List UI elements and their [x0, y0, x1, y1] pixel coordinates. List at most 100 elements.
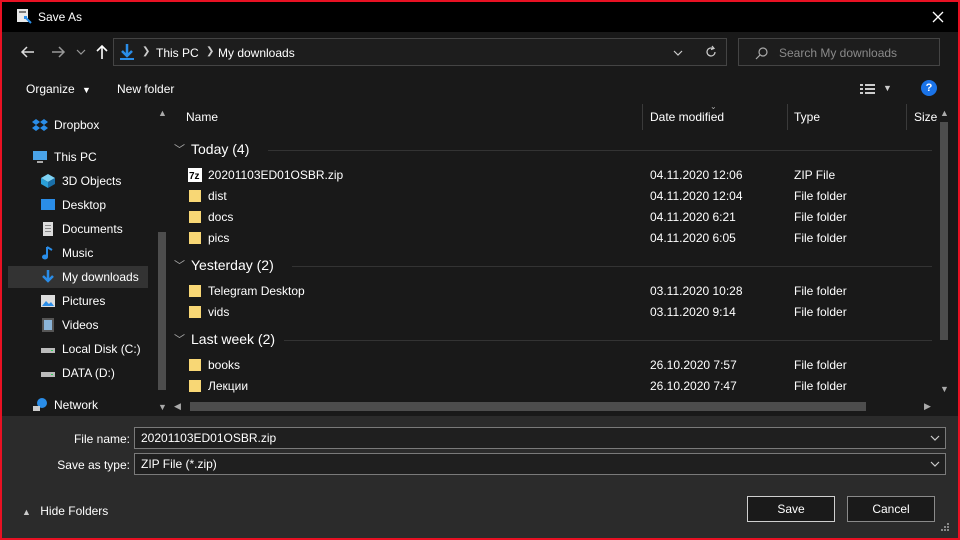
view-dropdown-icon[interactable]: ▼: [883, 83, 892, 93]
file-type: File folder: [794, 284, 847, 298]
folder-icon: [189, 285, 201, 297]
sidebar-item-my-downloads[interactable]: My downloads: [8, 266, 148, 288]
save-options-panel: File name: 20201103ED01OSBR.zip Save as …: [2, 416, 958, 538]
column-date-modified[interactable]: Date modified: [650, 110, 724, 124]
help-icon[interactable]: ?: [921, 80, 937, 96]
file-type: File folder: [794, 189, 847, 203]
sidebar-item-data-d[interactable]: DATA (D:): [8, 362, 148, 384]
scroll-up-icon[interactable]: ▲: [940, 108, 949, 118]
save-as-type-select[interactable]: ZIP File (*.zip): [134, 453, 946, 475]
breadcrumb-separator-icon: ❯: [142, 46, 151, 57]
file-name: books: [208, 358, 241, 372]
chevron-down-icon[interactable]: [929, 432, 941, 444]
save-as-type-value: ZIP File (*.zip): [141, 457, 217, 471]
sidebar-item-network[interactable]: Network: [8, 394, 148, 416]
column-divider[interactable]: [787, 104, 788, 130]
sidebar-item-label: My downloads: [62, 270, 139, 284]
sidebar-item-label: This PC: [54, 150, 97, 164]
download-icon: [120, 44, 134, 60]
save-button[interactable]: Save: [747, 496, 835, 522]
folder-icon: [189, 211, 201, 223]
breadcrumb-this-pc[interactable]: This PC: [156, 46, 199, 60]
sidebar-scrollbar[interactable]: ▲ ▼: [155, 104, 169, 416]
forward-arrow-icon[interactable]: [48, 42, 68, 62]
resize-grip-icon[interactable]: [940, 522, 950, 532]
chevron-down-icon[interactable]: [929, 458, 941, 470]
sidebar-item-local-disk-c[interactable]: Local Disk (C:): [8, 338, 148, 360]
sidebar-item-documents[interactable]: Documents: [8, 218, 148, 240]
column-type[interactable]: Type: [794, 110, 820, 124]
vertical-scroll-thumb[interactable]: [940, 122, 948, 340]
folder-icon: [189, 306, 201, 318]
search-box[interactable]: Search My downloads: [738, 38, 940, 66]
scroll-right-icon[interactable]: ▶: [924, 401, 931, 412]
file-row[interactable]: vids 03.11.2020 9:14 File folder: [168, 302, 938, 323]
view-options-icon[interactable]: [859, 82, 877, 96]
new-folder-button[interactable]: New folder: [117, 82, 174, 96]
title-bar: Save As: [2, 2, 958, 32]
sidebar-item-this-pc[interactable]: This PC: [8, 146, 148, 168]
sidebar-item-dropbox[interactable]: Dropbox: [8, 114, 148, 136]
group-label: Yesterday (2): [191, 257, 274, 273]
file-list-horizontal-scrollbar[interactable]: ◀ ▶: [168, 398, 938, 416]
sidebar-item-desktop[interactable]: Desktop: [8, 194, 148, 216]
cancel-button[interactable]: Cancel: [847, 496, 935, 522]
sidebar-item-pictures[interactable]: Pictures: [8, 290, 148, 312]
chevron-down-icon: ﹀: [174, 334, 185, 346]
breadcrumb-my-downloads[interactable]: My downloads: [218, 46, 295, 60]
cube-icon: [41, 174, 55, 188]
file-name: docs: [208, 210, 234, 224]
back-arrow-icon[interactable]: [18, 42, 38, 62]
scroll-left-icon[interactable]: ◀: [174, 401, 181, 412]
sidebar-item-videos[interactable]: Videos: [8, 314, 148, 336]
file-type: File folder: [794, 379, 847, 393]
group-divider: [292, 266, 932, 267]
scroll-down-icon[interactable]: ▼: [940, 384, 949, 394]
file-row[interactable]: Лекции 26.10.2020 7:47 File folder: [168, 376, 938, 397]
horizontal-scroll-thumb[interactable]: [190, 402, 866, 411]
column-size[interactable]: Size: [914, 110, 937, 124]
file-row[interactable]: books 26.10.2020 7:57 File folder: [168, 355, 938, 376]
up-arrow-icon[interactable]: [92, 42, 112, 62]
scroll-down-icon[interactable]: ▼: [158, 402, 167, 412]
sidebar-item-label: Network: [54, 398, 99, 412]
address-bar[interactable]: ❯ This PC ❯ My downloads: [113, 38, 727, 66]
group-divider: [268, 150, 932, 151]
file-row[interactable]: dist 04.11.2020 12:04 File folder: [168, 186, 938, 207]
sidebar-scroll-thumb[interactable]: [158, 232, 166, 390]
scroll-up-icon[interactable]: ▲: [158, 108, 167, 118]
videos-icon: [42, 318, 54, 332]
file-row[interactable]: docs 04.11.2020 6:21 File folder: [168, 207, 938, 228]
hide-folders-label: Hide Folders: [40, 504, 109, 518]
file-row[interactable]: pics 04.11.2020 6:05 File folder: [168, 228, 938, 249]
sidebar-item-label: Local Disk (C:): [62, 342, 141, 356]
organize-button[interactable]: Organize ▼: [26, 82, 91, 96]
sidebar-item-3d-objects[interactable]: 3D Objects: [8, 170, 148, 192]
file-name-label: File name:: [73, 432, 130, 446]
refresh-icon[interactable]: [704, 45, 718, 59]
group-label: Today (4): [191, 141, 250, 157]
file-row[interactable]: 7z 20201103ED01OSBR.zip 04.11.2020 12:06…: [168, 165, 938, 186]
column-divider[interactable]: [642, 104, 643, 130]
hide-folders-button[interactable]: ▲ Hide Folders: [22, 504, 108, 518]
file-row[interactable]: Telegram Desktop 03.11.2020 10:28 File f…: [168, 281, 938, 302]
column-name[interactable]: Name: [186, 110, 218, 124]
chevron-down-icon: ﹀: [174, 144, 185, 156]
window-title: Save As: [38, 10, 83, 24]
file-date: 04.11.2020 12:06: [650, 168, 743, 182]
file-name-input[interactable]: 20201103ED01OSBR.zip: [134, 427, 946, 449]
sidebar-item-music[interactable]: Music: [8, 242, 148, 264]
file-type: File folder: [794, 231, 847, 245]
folder-icon: [189, 190, 201, 202]
computer-icon: [33, 151, 47, 163]
address-dropdown-icon[interactable]: [672, 47, 684, 59]
network-icon: [33, 398, 47, 411]
document-icon: [43, 222, 53, 236]
column-divider[interactable]: [906, 104, 907, 130]
file-list-vertical-scrollbar[interactable]: ▲ ▼: [936, 104, 952, 398]
recent-locations-chevron-icon[interactable]: [74, 42, 88, 62]
sidebar-item-label: Videos: [62, 318, 99, 332]
file-name: Telegram Desktop: [208, 284, 305, 298]
group-label: Last week (2): [191, 331, 276, 347]
close-icon[interactable]: [926, 6, 950, 28]
